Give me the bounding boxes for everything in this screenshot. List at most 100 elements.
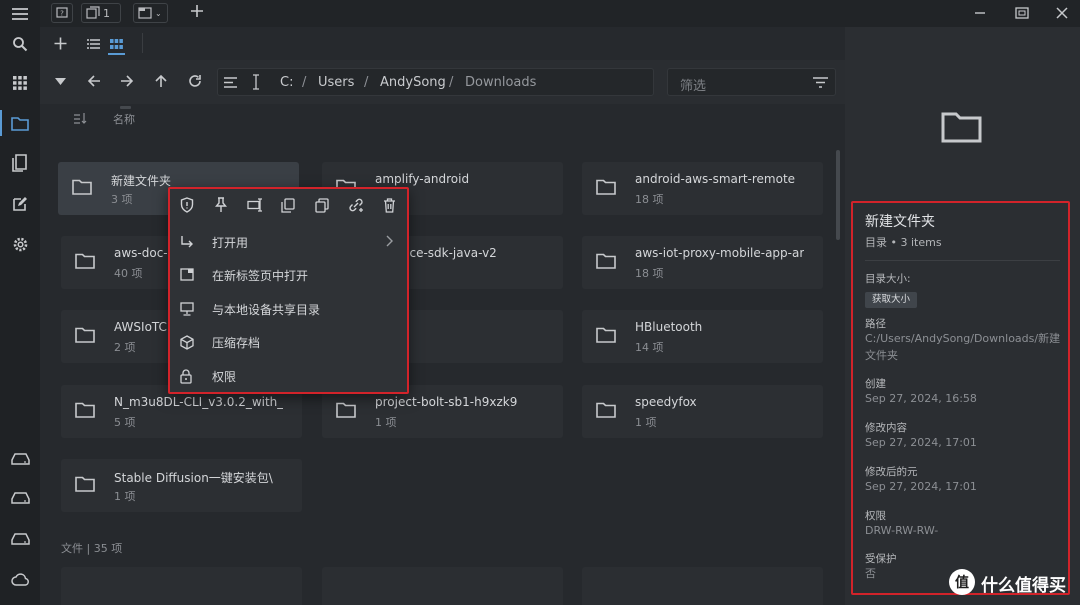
folder-tile[interactable]: aws-iot-proxy-mobile-app-ar 18 项 [582, 236, 823, 289]
text-cursor-icon[interactable] [252, 74, 260, 90]
drag-handle [120, 106, 131, 109]
folder-item-count: 1 项 [114, 490, 136, 503]
new-tab-button[interactable] [190, 4, 204, 18]
minimize-button[interactable] [974, 7, 986, 19]
shield-icon[interactable] [177, 195, 197, 215]
search-icon[interactable] [8, 32, 32, 56]
folder-item-count: 40 项 [114, 267, 143, 280]
folder-icon [75, 327, 95, 343]
scrollbar-thumb[interactable] [836, 150, 840, 240]
cloud-icon[interactable] [8, 567, 32, 591]
title-bar: ? 1 ⌄ [40, 0, 1080, 27]
folder-item-count: 18 项 [635, 267, 664, 280]
breadcrumb-drive[interactable]: C: [280, 75, 293, 90]
created-label: 创建 [865, 378, 886, 390]
sort-icon[interactable] [74, 112, 88, 124]
filter-input[interactable]: 筛选 [667, 68, 836, 96]
bookmarks-icon[interactable] [8, 151, 32, 175]
menu-item-share-local[interactable]: 与本地设备共享目录 [170, 294, 407, 324]
details-title: 新建文件夹 [865, 214, 935, 230]
help-button[interactable]: ? [51, 3, 73, 23]
link-icon[interactable] [346, 195, 366, 215]
divider [865, 260, 1060, 261]
grid-view-button[interactable] [110, 39, 123, 49]
trash-icon[interactable] [379, 195, 399, 215]
name-column-header[interactable]: 名称 [113, 111, 135, 127]
refresh-button[interactable] [188, 74, 202, 88]
settings-icon[interactable] [8, 232, 32, 256]
tabs-icon [86, 6, 100, 19]
menu-item-label: 权限 [212, 370, 237, 384]
folder-name: N_m3u8DL-CLI_v3.0.2_with_ [114, 395, 284, 409]
menu-icon[interactable] [8, 2, 32, 26]
back-button[interactable] [87, 74, 101, 88]
history-dropdown[interactable] [55, 78, 66, 85]
context-quick-actions [170, 193, 407, 217]
breadcrumb-users[interactable]: Users [318, 75, 354, 90]
folder-icon [75, 402, 95, 418]
watermark-logo: 值 [949, 569, 975, 595]
tab-count-button[interactable]: 1 [81, 3, 121, 23]
folder-tile[interactable]: Stable Diffusion一键安装包\ 1 项 [61, 459, 302, 512]
column-header: 名称 [40, 104, 845, 132]
copy-icon[interactable] [278, 195, 298, 215]
window-tab-button[interactable]: ⌄ [133, 3, 168, 23]
watermark-text: 什么值得买 [981, 576, 1066, 596]
edit-icon[interactable] [8, 192, 32, 216]
menu-item-label: 与本地设备共享目录 [212, 303, 321, 317]
menu-item-open-with[interactable]: 打开用 [170, 227, 407, 257]
maximize-button[interactable] [1015, 7, 1029, 19]
archive-icon [180, 335, 194, 350]
folder-name: Stable Diffusion一键安装包\ [114, 471, 273, 485]
pin-icon[interactable] [211, 195, 231, 215]
menu-item-label: 打开用 [212, 236, 249, 250]
add-button[interactable] [54, 37, 67, 50]
get-size-button[interactable]: 获取大小 [865, 292, 918, 308]
menu-item-permissions[interactable]: 权限 [170, 361, 407, 391]
folder-item-count: 2 项 [114, 341, 136, 354]
drive-icon[interactable] [8, 527, 32, 551]
menu-item-open-new-tab[interactable]: 在新标签页中打开 [170, 260, 407, 290]
breadcrumb-separator: / [364, 75, 369, 90]
path-label: 路径 [865, 318, 886, 330]
breadcrumb-downloads[interactable]: Downloads [465, 75, 536, 90]
rename-icon[interactable] [245, 195, 265, 215]
folder-item-count: 3 项 [111, 193, 133, 206]
drive-icon[interactable] [8, 447, 32, 471]
folder-icon [596, 327, 616, 343]
sort-lines-icon[interactable] [224, 77, 238, 88]
folder-item-count: 14 项 [635, 341, 664, 354]
folder-tile[interactable]: android-aws-smart-remote 18 项 [582, 162, 823, 215]
close-button[interactable] [1056, 7, 1068, 19]
close-icon [1056, 7, 1068, 19]
folder-tile[interactable]: HBluetooth 14 项 [582, 310, 823, 363]
permissions-value: DRW-RW-RW- [865, 524, 939, 537]
file-tile[interactable] [61, 567, 302, 605]
folder-preview-icon [941, 112, 982, 143]
watermark-logo-char: 值 [955, 575, 969, 591]
navigation-bar: C: / Users / AndySong / Downloads 筛选 [40, 60, 845, 104]
plus-icon [191, 5, 203, 17]
filter-icon[interactable] [813, 77, 828, 88]
folder-tile[interactable]: speedyfox 1 项 [582, 385, 823, 438]
refresh-icon [189, 75, 201, 87]
file-tile[interactable] [582, 567, 823, 605]
breadcrumb-separator: / [449, 75, 454, 90]
apps-grid-icon[interactable] [8, 71, 32, 95]
file-tile[interactable] [322, 567, 563, 605]
forward-button[interactable] [120, 74, 134, 88]
drive-icon[interactable] [8, 486, 32, 510]
duplicate-icon[interactable] [312, 195, 332, 215]
menu-item-label: 在新标签页中打开 [212, 269, 309, 283]
modified-value: Sep 27, 2024, 17:01 [865, 436, 977, 449]
breadcrumb-andysong[interactable]: AndySong [380, 75, 446, 90]
address-bar[interactable]: C: / Users / AndySong / Downloads [217, 68, 654, 96]
folder-icon[interactable] [8, 111, 32, 135]
view-active-indicator [108, 53, 125, 55]
list-view-button[interactable] [87, 39, 100, 49]
breadcrumb-separator: / [302, 75, 307, 90]
menu-item-compress[interactable]: 压缩存档 [170, 327, 407, 357]
meta-modified-label: 修改后的元 [865, 466, 918, 478]
up-button[interactable] [154, 74, 168, 88]
list-view-icon [87, 39, 100, 49]
